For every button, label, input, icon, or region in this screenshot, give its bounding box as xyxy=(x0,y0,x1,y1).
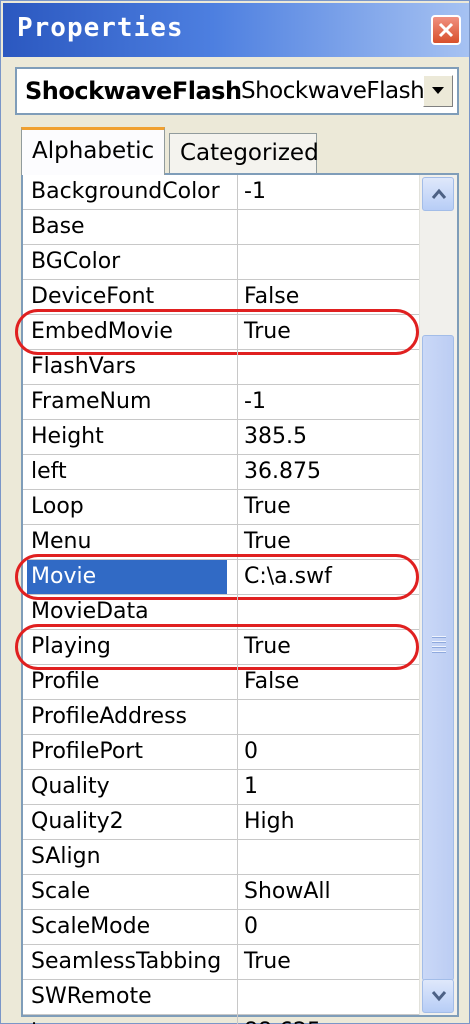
property-value[interactable] xyxy=(237,700,417,734)
thumb-grip-line xyxy=(432,636,446,638)
property-value[interactable]: True xyxy=(237,490,417,524)
property-value[interactable] xyxy=(237,980,417,1014)
property-row[interactable]: Profile False xyxy=(23,665,419,700)
property-name[interactable]: left xyxy=(31,455,231,489)
chevron-down-icon xyxy=(432,87,444,94)
property-row[interactable]: ScaleMode 0 xyxy=(23,910,419,945)
property-value[interactable]: High xyxy=(237,805,417,839)
property-name[interactable]: EmbedMovie xyxy=(31,315,231,349)
property-name[interactable]: FlashVars xyxy=(31,350,231,384)
property-value[interactable]: True xyxy=(237,315,417,349)
property-row[interactable]: Movie C:\a.swf xyxy=(23,560,419,595)
property-value[interactable]: 36.875 xyxy=(237,455,417,489)
property-row[interactable]: BackgroundColor -1 xyxy=(23,175,419,210)
property-row[interactable]: Loop True xyxy=(23,490,419,525)
thumb-grip-line xyxy=(432,641,446,643)
tab-alphabetic[interactable]: Alphabetic xyxy=(21,127,165,175)
close-button[interactable] xyxy=(431,15,461,45)
property-value[interactable]: False xyxy=(237,665,417,699)
property-value[interactable] xyxy=(237,210,417,244)
property-row[interactable]: Quality 1 xyxy=(23,770,419,805)
property-name[interactable]: ProfileAddress xyxy=(31,700,231,734)
property-row[interactable]: Scale ShowAll xyxy=(23,875,419,910)
property-row[interactable]: ProfileAddress xyxy=(23,700,419,735)
property-row[interactable]: EmbedMovie True xyxy=(23,315,419,350)
property-name[interactable]: ProfilePort xyxy=(31,735,231,769)
property-name[interactable]: Loop xyxy=(31,490,231,524)
property-value[interactable] xyxy=(237,595,417,629)
property-row[interactable]: Playing True xyxy=(23,630,419,665)
property-value[interactable] xyxy=(237,350,417,384)
property-value[interactable] xyxy=(237,840,417,874)
property-value[interactable]: 0 xyxy=(237,910,417,944)
property-row[interactable]: Quality2 High xyxy=(23,805,419,840)
scroll-thumb[interactable] xyxy=(422,335,454,981)
property-value[interactable]: -1 xyxy=(237,175,417,209)
property-name[interactable]: SAlign xyxy=(31,840,231,874)
property-value[interactable]: 88.625 xyxy=(237,1015,417,1024)
property-value[interactable]: C:\a.swf xyxy=(237,560,417,594)
property-name[interactable]: SeamlessTabbing xyxy=(31,945,231,979)
title-bar[interactable]: Properties xyxy=(3,3,469,57)
thumb-grip-line xyxy=(432,651,446,653)
object-name: ShockwaveFlash xyxy=(25,77,242,105)
chevron-down-icon xyxy=(431,991,447,1002)
property-name[interactable]: BackgroundColor xyxy=(31,175,231,209)
property-value[interactable]: 385.5 xyxy=(237,420,417,454)
property-value[interactable]: False xyxy=(237,280,417,314)
property-name[interactable]: top xyxy=(31,1015,231,1024)
property-name[interactable]: FrameNum xyxy=(31,385,231,419)
property-name[interactable]: SWRemote xyxy=(31,980,231,1014)
object-type: ShockwaveFlash xyxy=(241,78,425,104)
property-name[interactable]: Scale xyxy=(31,875,231,909)
vertical-scrollbar[interactable] xyxy=(419,175,457,1015)
property-name[interactable]: Quality xyxy=(31,770,231,804)
property-value[interactable]: True xyxy=(237,525,417,559)
property-row[interactable]: FlashVars xyxy=(23,350,419,385)
property-value[interactable]: -1 xyxy=(237,385,417,419)
property-grid: BackgroundColor -1 Base BGColor DeviceFont Fa… xyxy=(15,173,459,1024)
property-row[interactable]: Base xyxy=(23,210,419,245)
property-name[interactable]: Playing xyxy=(31,630,231,664)
property-row[interactable]: BGColor xyxy=(23,245,419,280)
property-row[interactable]: Height 385.5 xyxy=(23,420,419,455)
property-value[interactable]: 1 xyxy=(237,770,417,804)
property-value[interactable]: ShowAll xyxy=(237,875,417,909)
property-name[interactable]: Quality2 xyxy=(31,805,231,839)
window-title: Properties xyxy=(17,13,184,43)
thumb-grip-line xyxy=(432,646,446,648)
tab-categorized[interactable]: Categorized xyxy=(169,133,319,175)
property-name[interactable]: Movie xyxy=(27,560,227,594)
property-name[interactable]: ScaleMode xyxy=(31,910,231,944)
property-name[interactable]: DeviceFont xyxy=(31,280,231,314)
property-row[interactable]: left 36.875 xyxy=(23,455,419,490)
property-name[interactable]: Height xyxy=(31,420,231,454)
property-row[interactable]: FrameNum -1 xyxy=(23,385,419,420)
property-name[interactable]: BGColor xyxy=(31,245,231,279)
property-name[interactable]: Profile xyxy=(31,665,231,699)
chevron-up-icon xyxy=(431,188,447,199)
property-row[interactable]: Menu True xyxy=(23,525,419,560)
scroll-up-button[interactable] xyxy=(422,177,454,211)
property-row[interactable]: SeamlessTabbing True xyxy=(23,945,419,980)
property-value[interactable]: 0 xyxy=(237,735,417,769)
properties-window: Properties ShockwaveFlash ShockwaveFlash… xyxy=(0,0,470,1024)
object-selector[interactable]: ShockwaveFlash ShockwaveFlash xyxy=(15,67,459,115)
property-row[interactable]: MovieData xyxy=(23,595,419,630)
property-name[interactable]: Menu xyxy=(31,525,231,559)
scroll-down-button[interactable] xyxy=(422,979,454,1013)
close-icon xyxy=(438,22,454,38)
property-name[interactable]: Base xyxy=(31,210,231,244)
property-row[interactable]: ProfilePort 0 xyxy=(23,735,419,770)
property-list: BackgroundColor -1 Base BGColor DeviceFont Fa… xyxy=(15,175,419,1024)
property-row[interactable]: DeviceFont False xyxy=(23,280,419,315)
object-dropdown-button[interactable] xyxy=(423,75,453,107)
property-value[interactable]: True xyxy=(237,630,417,664)
property-name[interactable]: MovieData xyxy=(31,595,231,629)
property-value[interactable] xyxy=(237,245,417,279)
property-row[interactable]: SWRemote xyxy=(23,980,419,1015)
property-value[interactable]: True xyxy=(237,945,417,979)
property-row[interactable]: top 88.625 xyxy=(23,1015,419,1024)
property-row[interactable]: SAlign xyxy=(23,840,419,875)
